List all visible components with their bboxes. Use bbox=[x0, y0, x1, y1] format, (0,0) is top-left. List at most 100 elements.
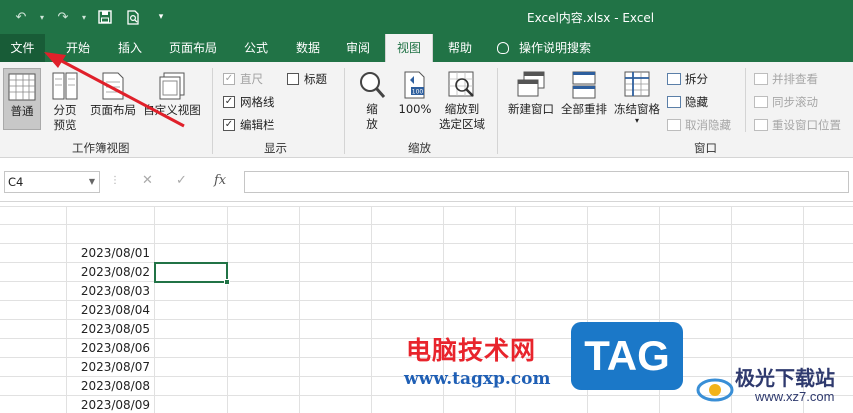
split-icon bbox=[667, 73, 681, 85]
freeze-panes-label: 冻结窗格 bbox=[614, 102, 660, 116]
headings-label: 标题 bbox=[304, 72, 327, 86]
column-line bbox=[371, 206, 372, 413]
undo-icon[interactable]: ↶ bbox=[10, 7, 32, 27]
arrange-all-label: 全部重排 bbox=[561, 102, 607, 116]
cell-b3[interactable]: 2023/08/01 bbox=[66, 244, 154, 263]
group-separator bbox=[497, 68, 498, 154]
arrange-all-button[interactable]: 全部重排 bbox=[559, 68, 609, 130]
sync-scroll-button[interactable]: 同步滚动 bbox=[754, 94, 818, 110]
tab-data[interactable]: 数据 bbox=[288, 34, 328, 62]
watermark-tag-logo: TAG bbox=[571, 322, 683, 390]
redo-dropdown-icon[interactable]: ▾ bbox=[80, 7, 88, 27]
more-options-icon: ⋮ bbox=[110, 175, 120, 186]
new-window-label: 新建窗口 bbox=[508, 102, 554, 116]
view-side-by-side-button[interactable]: 并排查看 bbox=[754, 71, 818, 87]
cell-b10[interactable]: 2023/08/08 bbox=[66, 377, 154, 396]
freeze-panes-icon bbox=[624, 71, 650, 97]
print-preview-icon[interactable] bbox=[122, 7, 144, 27]
tab-page-layout[interactable]: 页面布局 bbox=[162, 34, 224, 62]
magnifier-icon bbox=[360, 72, 386, 98]
selected-cell-c4[interactable] bbox=[154, 262, 230, 285]
row-line bbox=[0, 206, 853, 207]
zoom-to-selection-icon bbox=[448, 71, 474, 97]
window-title: Excel内容.xlsx - Excel bbox=[527, 11, 655, 25]
save-icon[interactable] bbox=[94, 7, 116, 27]
normal-view-button[interactable]: 普通 bbox=[3, 68, 41, 130]
undo-dropdown-icon[interactable]: ▾ bbox=[38, 7, 46, 27]
split-label: 拆分 bbox=[685, 72, 708, 86]
reset-position-icon bbox=[754, 119, 768, 131]
split-button[interactable]: 拆分 bbox=[667, 71, 708, 87]
ruler-checkbox[interactable]: ✓ 直尺 bbox=[223, 71, 263, 87]
tab-insert[interactable]: 插入 bbox=[109, 34, 151, 62]
zoom-group-label: 缩放 bbox=[408, 141, 431, 155]
zoom-100-icon: 100 bbox=[404, 71, 425, 99]
sync-scroll-label: 同步滚动 bbox=[772, 95, 818, 109]
cell-b6[interactable]: 2023/08/04 bbox=[66, 301, 154, 320]
unhide-button[interactable]: 取消隐藏 bbox=[667, 117, 731, 133]
tab-view[interactable]: 视图 bbox=[385, 34, 433, 62]
gridlines-checkbox[interactable]: ✓ 网格线 bbox=[223, 94, 275, 110]
name-box[interactable]: C4 ▼ bbox=[4, 171, 100, 193]
cancel-icon[interactable]: ✕ bbox=[142, 173, 153, 188]
zoom-label-1: 缩 bbox=[366, 102, 378, 116]
zoom-to-selection-label-1: 缩放到 bbox=[444, 102, 480, 116]
svg-text:100: 100 bbox=[412, 89, 424, 96]
tab-home[interactable]: 开始 bbox=[55, 34, 101, 62]
watermark-jg-name: 极光下载站 bbox=[735, 366, 835, 390]
column-line bbox=[154, 206, 155, 413]
arrange-all-icon bbox=[572, 71, 596, 99]
page-layout-view-label: 页面布局 bbox=[90, 103, 136, 117]
group-separator bbox=[745, 68, 746, 132]
tab-review[interactable]: 审阅 bbox=[338, 34, 378, 62]
zoom-100-button[interactable]: 100 100% bbox=[396, 68, 434, 130]
zoom-button[interactable]: 缩 放 bbox=[353, 68, 391, 140]
column-line bbox=[299, 206, 300, 413]
enter-icon[interactable]: ✓ bbox=[176, 173, 187, 188]
gridlines-label: 网格线 bbox=[240, 95, 275, 109]
new-window-button[interactable]: 新建窗口 bbox=[504, 68, 558, 130]
cell-b8[interactable]: 2023/08/06 bbox=[66, 339, 154, 358]
cell-b11[interactable]: 2023/08/09 bbox=[66, 396, 154, 413]
group-separator bbox=[212, 68, 213, 154]
unhide-label: 取消隐藏 bbox=[685, 118, 731, 132]
insert-function-icon[interactable]: fx bbox=[214, 173, 226, 188]
cell-b7[interactable]: 2023/08/05 bbox=[66, 320, 154, 339]
page-layout-view-button[interactable]: 页面布局 bbox=[86, 68, 140, 130]
tab-formulas[interactable]: 公式 bbox=[236, 34, 276, 62]
ruler-label: 直尺 bbox=[240, 72, 263, 86]
reset-window-position-button[interactable]: 重设窗口位置 bbox=[754, 117, 841, 133]
zoom-to-selection-button[interactable]: 缩放到 选定区域 bbox=[436, 68, 488, 140]
cell-b4[interactable]: 2023/08/02 bbox=[66, 263, 154, 282]
tab-help[interactable]: 帮助 bbox=[440, 34, 480, 62]
title-bar: ↶ ▾ ↷ ▾ ▾ Excel内容.xlsx - Excel bbox=[0, 0, 853, 34]
formula-buttons: ⋮ ✕ ✓ fx bbox=[104, 171, 242, 193]
watermark-jg-logo-icon bbox=[696, 378, 734, 402]
ribbon-tabs: 文件 开始 插入 页面布局 公式 数据 审阅 视图 帮助 操作说明搜索 bbox=[0, 34, 853, 62]
ribbon-view: 普通 分页 预览 页面布局 自定义视图 工作簿视图 ✓ 直尺 标题 ✓ 网格线 ✓ 编… bbox=[0, 62, 853, 158]
redo-icon[interactable]: ↷ bbox=[52, 7, 74, 27]
show-group-label: 显示 bbox=[264, 141, 287, 155]
customize-qat-icon[interactable]: ▾ bbox=[150, 7, 172, 27]
group-separator bbox=[344, 68, 345, 154]
row-line bbox=[0, 224, 853, 225]
page-layout-view-icon bbox=[102, 72, 124, 100]
workbook-views-group-label: 工作簿视图 bbox=[72, 141, 130, 155]
watermark-site-name: 电脑技术网 bbox=[406, 336, 537, 365]
page-break-preview-button[interactable]: 分页 预览 bbox=[45, 68, 85, 140]
hide-icon bbox=[667, 96, 681, 108]
page-break-preview-label-1: 分页 bbox=[53, 103, 77, 117]
fill-handle[interactable] bbox=[224, 279, 230, 285]
freeze-panes-button[interactable]: 冻结窗格 ▾ bbox=[611, 68, 663, 140]
hide-button[interactable]: 隐藏 bbox=[667, 94, 708, 110]
formula-bar-checkbox[interactable]: ✓ 编辑栏 bbox=[223, 117, 275, 133]
tell-me-search[interactable]: 操作说明搜索 bbox=[497, 34, 607, 62]
custom-views-button[interactable]: 自定义视图 bbox=[140, 68, 204, 130]
formula-input[interactable] bbox=[244, 171, 849, 193]
normal-view-icon bbox=[8, 73, 36, 101]
tab-file[interactable]: 文件 bbox=[0, 34, 45, 62]
headings-checkbox[interactable]: 标题 bbox=[287, 71, 327, 87]
name-box-dropdown-icon[interactable]: ▼ bbox=[89, 172, 95, 192]
cell-b9[interactable]: 2023/08/07 bbox=[66, 358, 154, 377]
cell-b5[interactable]: 2023/08/03 bbox=[66, 282, 154, 301]
